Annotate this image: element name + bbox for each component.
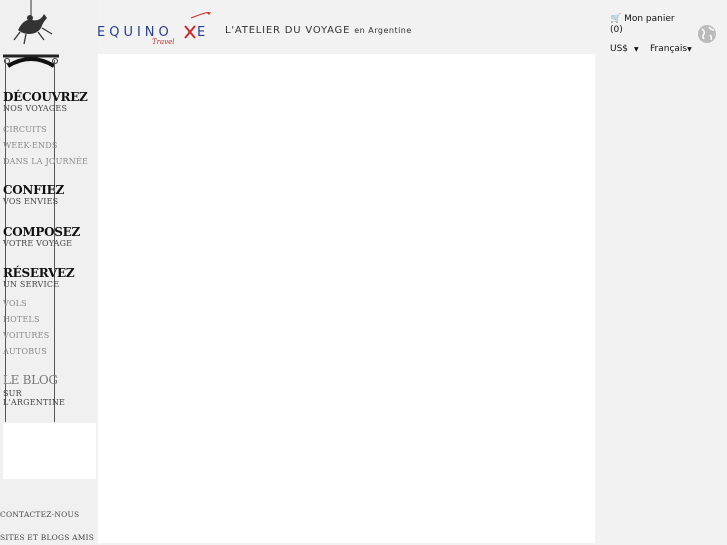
equinoxe-brand-logo[interactable]: EQUINO E Travel bbox=[97, 12, 217, 46]
menu-confiez-sub[interactable]: VOS ENVIES bbox=[3, 197, 64, 206]
language-value: Français bbox=[650, 44, 688, 54]
tagline: L'ATELIER DU VOYAGE en Argentine bbox=[225, 25, 412, 36]
menu-decouvrez-title[interactable]: DÉCOUVREZ bbox=[3, 90, 88, 104]
menu-blog-sub1[interactable]: SUR bbox=[3, 389, 65, 398]
svg-text:E: E bbox=[197, 25, 205, 40]
menu-decouvrez[interactable]: DÉCOUVREZ NOS VOYAGES CIRCUITS WEEK-ENDS… bbox=[3, 90, 88, 166]
menu-item-hotels[interactable]: HOTELS bbox=[3, 315, 74, 324]
tagline-suffix: en Argentine bbox=[354, 26, 412, 35]
menu-item-vols[interactable]: VOLS bbox=[3, 299, 74, 308]
menu-item-dans-la-journee[interactable]: DANS LA JOURNÉE bbox=[3, 157, 88, 166]
cart-count: (0) bbox=[610, 25, 623, 35]
chevron-down-icon: ▼ bbox=[634, 46, 639, 53]
svg-text:Travel: Travel bbox=[152, 38, 175, 46]
menu-reservez-sub[interactable]: UN SERVICE bbox=[3, 280, 74, 289]
sidebar-widget-box bbox=[3, 423, 96, 479]
currency-value: US$ bbox=[610, 44, 629, 54]
cart-link[interactable]: 🛒 Mon panier (0) bbox=[610, 14, 675, 36]
footer-friends-link[interactable]: SITES ET BLOGS AMIS bbox=[0, 533, 94, 542]
menu-item-circuits[interactable]: CIRCUITS bbox=[3, 125, 88, 134]
cart-icon: 🛒 bbox=[610, 14, 622, 24]
footer-contact-link[interactable]: CONTACTEZ-NOUS bbox=[0, 510, 79, 519]
menu-blog-sub2[interactable]: L'ARGENTINE bbox=[3, 398, 65, 407]
menu-blog-title[interactable]: LE BLOG bbox=[3, 373, 65, 387]
menu-confiez-title[interactable]: CONFIEZ bbox=[3, 183, 64, 197]
main-content-area bbox=[98, 54, 595, 543]
cart-label: Mon panier bbox=[624, 14, 675, 24]
menu-reservez[interactable]: RÉSERVEZ UN SERVICE VOLS HOTELS VOITURES… bbox=[3, 266, 75, 356]
language-select[interactable]: Français▼ bbox=[650, 44, 692, 54]
menu-item-week-ends[interactable]: WEEK-ENDS bbox=[3, 141, 88, 150]
menu-item-autobus[interactable]: AUTOBUS bbox=[3, 347, 74, 356]
menu-blog[interactable]: LE BLOG SUR L'ARGENTINE bbox=[3, 373, 65, 407]
menu-item-voitures[interactable]: VOITURES bbox=[3, 331, 74, 340]
globe-icon[interactable] bbox=[697, 24, 717, 44]
chevron-down-icon: ▼ bbox=[687, 46, 692, 53]
menu-composez[interactable]: COMPOSEZ VOTRE VOYAGE bbox=[3, 225, 80, 248]
menu-decouvrez-sub[interactable]: NOS VOYAGES bbox=[3, 104, 88, 113]
menu-composez-sub[interactable]: VOTRE VOYAGE bbox=[3, 239, 80, 248]
menu-reservez-title[interactable]: RÉSERVEZ bbox=[3, 266, 75, 280]
tagline-main: L'ATELIER DU VOYAGE bbox=[225, 25, 351, 36]
currency-select[interactable]: US$ ▼ bbox=[610, 44, 639, 54]
menu-composez-title[interactable]: COMPOSEZ bbox=[3, 225, 80, 239]
gaucho-horse-logo-icon[interactable] bbox=[2, 0, 60, 68]
sidebar: DÉCOUVREZ NOS VOYAGES CIRCUITS WEEK-ENDS… bbox=[0, 0, 97, 545]
menu-confiez[interactable]: CONFIEZ VOS ENVIES bbox=[3, 183, 64, 206]
